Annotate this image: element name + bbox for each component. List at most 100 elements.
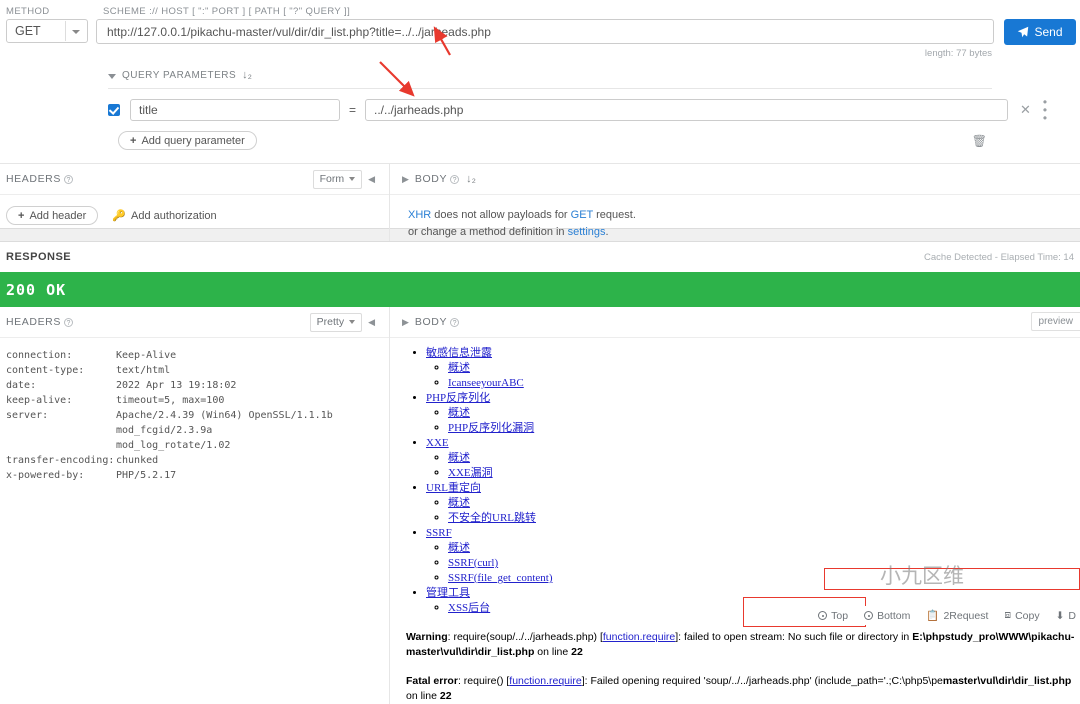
- headers-format-value: Form: [319, 173, 345, 185]
- list-item-link[interactable]: 概述: [448, 407, 470, 419]
- download-button[interactable]: ⬇ D: [1056, 610, 1076, 622]
- request-headers-header: HEADERS ? Form ◀: [0, 164, 389, 194]
- function-require-link[interactable]: function.require: [509, 675, 581, 687]
- chevron-down-icon: [349, 320, 356, 324]
- list-item-link[interactable]: URL重定向: [426, 482, 481, 494]
- fatal-path: master\vul\dir\dir_list.php: [942, 675, 1072, 687]
- url-label: SCHEME :// HOST [ ":" PORT ] [ PATH [ "?…: [103, 6, 351, 17]
- add-header-button[interactable]: + Add header: [6, 206, 99, 225]
- sort-icon[interactable]: ↓₂: [466, 173, 476, 185]
- list-item-link[interactable]: 概述: [448, 362, 470, 374]
- table-row: connection: Keep-Alive: [6, 348, 389, 363]
- list-item: SSRF 概述 SSRF(curl) SSRF(file_get_content…: [426, 526, 1080, 586]
- add-query-parameter-label: Add query parameter: [141, 134, 245, 147]
- fatal-line-label: on line: [406, 690, 440, 702]
- query-parameter-key-input[interactable]: title: [130, 99, 340, 121]
- method-separator: [65, 21, 66, 41]
- sort-icon[interactable]: ↓₂: [242, 69, 252, 81]
- list-item-link[interactable]: XXE: [426, 437, 449, 449]
- scroll-top-button[interactable]: Top: [818, 610, 848, 622]
- list-item-link[interactable]: 概述: [448, 497, 470, 509]
- request-area: METHOD SCHEME :// HOST [ ":" PORT ] [ PA…: [0, 0, 1080, 241]
- get-link[interactable]: GET: [571, 209, 593, 221]
- request-count-button[interactable]: 📋 2Request: [926, 609, 988, 623]
- list-item: 概述: [448, 451, 1080, 466]
- response-body-header: ▶ BODY ?: [390, 307, 1080, 337]
- add-authorization-button[interactable]: 🔑 Add authorization: [112, 209, 216, 223]
- xhr-link[interactable]: XHR: [408, 209, 431, 221]
- chevron-down-icon: [72, 30, 80, 34]
- note-text-4: .: [605, 226, 609, 238]
- list-item-link[interactable]: PHP反序列化漏洞: [448, 422, 534, 434]
- copy-button[interactable]: ⧈ Copy: [1004, 609, 1039, 622]
- url-length-text: length: 77 bytes: [924, 48, 992, 59]
- list-item-link[interactable]: SSRF(curl): [448, 557, 498, 569]
- key-icon: 🔑: [112, 210, 127, 222]
- response-headers-title: HEADERS: [6, 316, 61, 328]
- list-item-link[interactable]: SSRF: [426, 527, 452, 539]
- list-item-link[interactable]: 概述: [448, 452, 470, 464]
- list-item-link[interactable]: SSRF(file_get_content): [448, 572, 553, 584]
- list-item-link[interactable]: XXE漏洞: [448, 467, 493, 479]
- help-icon[interactable]: ?: [63, 317, 73, 327]
- help-icon[interactable]: ?: [450, 174, 460, 184]
- list-item-link[interactable]: PHP反序列化: [426, 392, 490, 404]
- header-key: content-type:: [6, 365, 85, 376]
- note-text-3: or change a method definition in: [408, 226, 568, 238]
- list-item: URL重定向 概述 不安全的URL跳转: [426, 481, 1080, 526]
- request-panels: HEADERS ? Form ◀ + Add header 🔑 Add auth…: [0, 163, 1080, 241]
- help-icon[interactable]: ?: [450, 317, 460, 327]
- header-key: x-powered-by:: [6, 470, 85, 481]
- request-controls-row: GET http://127.0.0.1/pikachu-master/vul/…: [0, 17, 1080, 59]
- expand-right-icon[interactable]: ▶: [396, 317, 415, 328]
- response-title: RESPONSE: [6, 251, 72, 263]
- plus-icon: +: [18, 209, 25, 222]
- list-item: SSRF(curl): [448, 556, 1080, 571]
- query-parameter-value-input[interactable]: ../../jarheads.php: [365, 99, 1009, 121]
- function-require-link[interactable]: function.require: [603, 631, 675, 643]
- delete-all-parameters-icon[interactable]: 🗑: [972, 134, 987, 148]
- list-item: 概述: [448, 541, 1080, 556]
- list-item-link[interactable]: 概述: [448, 542, 470, 554]
- send-button[interactable]: Send: [1004, 19, 1076, 45]
- expand-right-icon[interactable]: ▶: [396, 174, 415, 185]
- url-input[interactable]: http://127.0.0.1/pikachu-master/vul/dir/…: [96, 19, 994, 44]
- response-format-select[interactable]: Pretty: [309, 312, 363, 332]
- request-body-note-line1: XHR does not allow payloads for GET requ…: [408, 207, 1080, 224]
- query-parameter-checkbox[interactable]: [108, 104, 120, 116]
- list-item: IcanseeyourABC: [448, 376, 1080, 391]
- list-item: 敏感信息泄露 概述 IcanseeyourABC: [426, 346, 1080, 391]
- request-body-note-line2: or change a method definition in setting…: [408, 224, 1080, 241]
- parameter-options-icon[interactable]: • • •: [1043, 96, 1047, 124]
- list-item-link[interactable]: IcanseeyourABC: [448, 377, 524, 389]
- request-labels-row: METHOD SCHEME :// HOST [ ":" PORT ] [ PA…: [0, 0, 1080, 17]
- response-headers-table: connection: Keep-Alive content-type: text/…: [0, 338, 389, 483]
- request-body-panel: ▶ BODY ? ↓₂ XHR does not allow payloads …: [390, 164, 1080, 241]
- header-value: timeout=5, max=100: [116, 395, 225, 406]
- collapse-left-icon[interactable]: ◀: [362, 174, 381, 185]
- table-row: content-type: text/html: [6, 363, 389, 378]
- list-item-link[interactable]: XSS后台: [448, 602, 490, 614]
- headers-format-select[interactable]: Form: [312, 169, 363, 189]
- settings-link[interactable]: settings: [568, 226, 606, 238]
- download-label: D: [1068, 609, 1076, 622]
- help-icon[interactable]: ?: [63, 174, 73, 184]
- preview-tab[interactable]: preview: [1030, 312, 1080, 331]
- list-item-link[interactable]: 敏感信息泄露: [426, 347, 492, 359]
- send-col: Send: [994, 19, 1080, 45]
- warning-line-label: on line: [534, 646, 572, 658]
- scroll-bottom-button[interactable]: Bottom: [864, 610, 910, 622]
- copy-icon: ⧈: [1004, 609, 1012, 621]
- query-parameters-header[interactable]: QUERY PARAMETERS ↓₂: [0, 59, 1080, 81]
- vulnerability-list: 敏感信息泄露 概述 IcanseeyourABC PHP反序列化 概述 PHP反…: [426, 346, 1080, 616]
- header-key: connection:: [6, 350, 73, 361]
- download-icon: ⬇: [1055, 609, 1065, 622]
- remove-parameter-icon[interactable]: ✕: [1020, 102, 1031, 118]
- warning-line-number: 22: [571, 646, 583, 658]
- list-item-link[interactable]: 不安全的URL跳转: [448, 512, 536, 524]
- chevron-down-icon: [349, 177, 356, 181]
- collapse-left-icon[interactable]: ◀: [362, 317, 381, 328]
- add-query-parameter-button[interactable]: + Add query parameter: [118, 131, 257, 150]
- list-item-link[interactable]: 管理工具: [426, 587, 470, 599]
- method-select[interactable]: GET: [6, 19, 88, 43]
